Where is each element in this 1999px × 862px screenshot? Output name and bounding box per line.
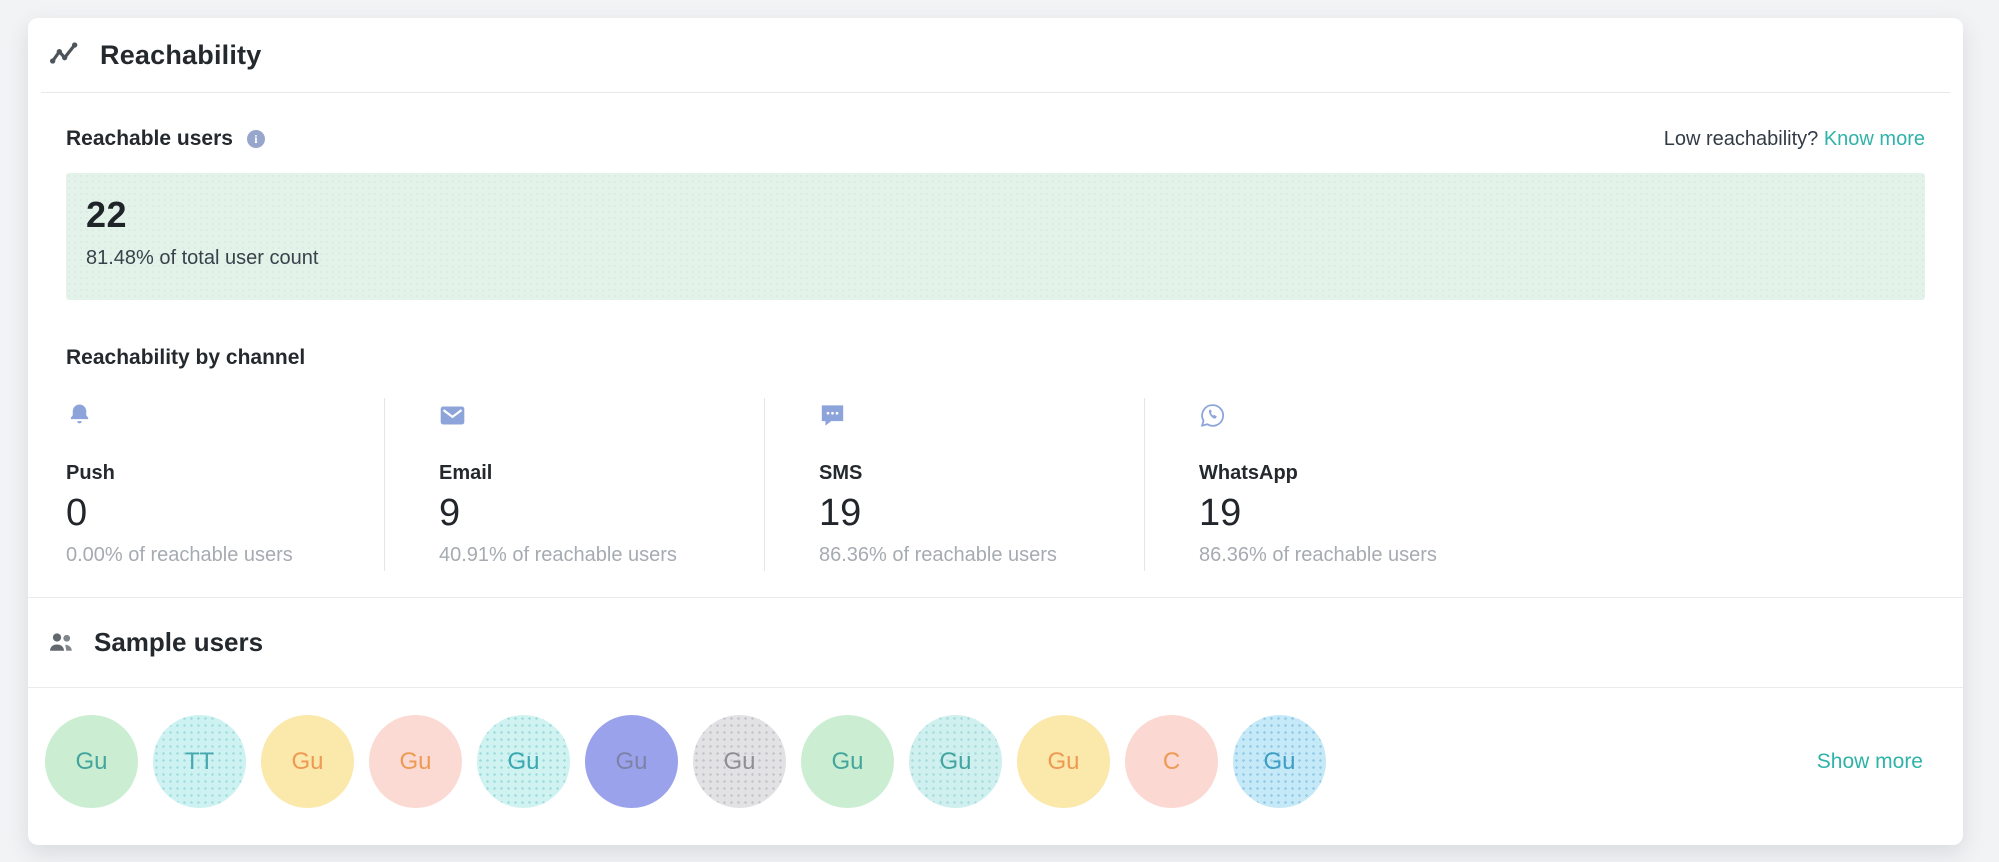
- sample-user-avatar[interactable]: Gu: [909, 715, 1002, 808]
- channel-label: Email: [439, 462, 764, 485]
- trend-line-icon: [48, 39, 80, 71]
- reachable-users-summary-box: 22 81.48% of total user count: [66, 173, 1925, 300]
- channel-percent: 86.36% of reachable users: [1199, 544, 1524, 567]
- sample-users-title: Sample users: [94, 627, 263, 658]
- sample-user-avatar[interactable]: Gu: [1017, 715, 1110, 808]
- channel-count: 0: [66, 492, 384, 535]
- channel-count: 19: [1199, 492, 1524, 535]
- sample-user-avatar[interactable]: C: [1125, 715, 1218, 808]
- sample-user-avatar[interactable]: Gu: [585, 715, 678, 808]
- low-reachability-text: Low reachability?: [1664, 128, 1819, 150]
- sample-user-avatar[interactable]: Gu: [801, 715, 894, 808]
- header-divider: [41, 92, 1950, 93]
- channel-whatsapp: WhatsApp 19 86.36% of reachable users: [1144, 398, 1524, 571]
- sample-user-avatar[interactable]: TT: [153, 715, 246, 808]
- channel-percent: 86.36% of reachable users: [819, 544, 1144, 567]
- reachable-users-percent: 81.48% of total user count: [86, 247, 1905, 270]
- sample-user-avatar[interactable]: Gu: [693, 715, 786, 808]
- reachable-users-title-row: Reachable users i: [66, 127, 265, 151]
- mail-icon: [439, 402, 764, 429]
- bell-icon: [66, 402, 384, 429]
- sample-user-avatar[interactable]: Gu: [369, 715, 462, 808]
- whatsapp-icon: [1199, 402, 1524, 429]
- channel-label: SMS: [819, 462, 1144, 485]
- info-icon[interactable]: i: [247, 130, 265, 148]
- sample-user-avatar[interactable]: Gu: [261, 715, 354, 808]
- reachable-users-section: Reachable users i Low reachability? Know…: [28, 127, 1963, 597]
- sample-users-row: GuTTGuGuGuGuGuGuGuGuCGuShow more: [28, 688, 1963, 808]
- channel-count: 19: [819, 492, 1144, 535]
- channel-push: Push 0 0.00% of reachable users: [66, 398, 384, 571]
- channel-label: WhatsApp: [1199, 462, 1524, 485]
- channel-sms: SMS 19 86.36% of reachable users: [764, 398, 1144, 571]
- reachable-users-title: Reachable users: [66, 127, 233, 151]
- channel-label: Push: [66, 462, 384, 485]
- sample-user-avatar[interactable]: Gu: [477, 715, 570, 808]
- know-more-link[interactable]: Know more: [1824, 128, 1925, 150]
- channels-title: Reachability by channel: [66, 346, 1925, 370]
- channel-percent: 0.00% of reachable users: [66, 544, 384, 567]
- reachability-card: Reachability Reachable users i Low reach…: [28, 18, 1963, 845]
- sample-users-header: Sample users: [28, 598, 1963, 687]
- card-header: Reachability: [28, 18, 1963, 92]
- show-more-link[interactable]: Show more: [1817, 750, 1923, 774]
- channel-email: Email 9 40.91% of reachable users: [384, 398, 764, 571]
- sample-user-avatar[interactable]: Gu: [45, 715, 138, 808]
- channel-percent: 40.91% of reachable users: [439, 544, 764, 567]
- sms-icon: [819, 402, 1144, 429]
- page-title: Reachability: [100, 40, 261, 71]
- channels-row: Push 0 0.00% of reachable users Email 9 40.91…: [66, 398, 1925, 571]
- channel-count: 9: [439, 492, 764, 535]
- people-icon: [46, 628, 76, 658]
- sample-user-avatar[interactable]: Gu: [1233, 715, 1326, 808]
- reachable-users-count: 22: [86, 194, 1905, 236]
